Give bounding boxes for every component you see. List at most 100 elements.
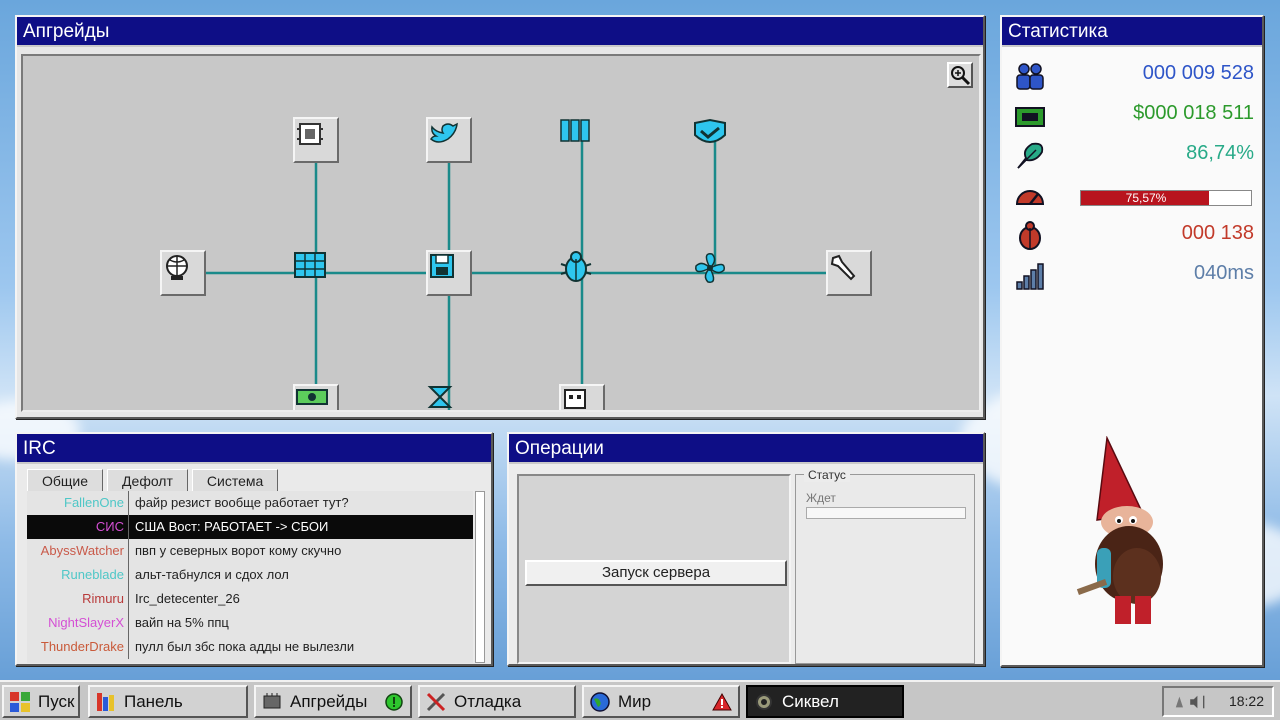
chip-icon [297, 123, 323, 145]
upgrade-node-bird[interactable] [426, 117, 472, 163]
stat-bugs: 000 138 [1012, 216, 1256, 256]
taskbar-world[interactable]: Мир [582, 685, 740, 718]
zoom-button[interactable] [947, 62, 973, 88]
upgrade-node-tool[interactable] [826, 250, 872, 296]
operations-window: Операции Запуск сервера Статус Ждет [507, 432, 985, 666]
gnome-mascot [1076, 436, 1163, 624]
chat-text: пулл был збс пока адды не вылезли [135, 639, 355, 654]
money-value: $000 018 511 [1133, 102, 1254, 124]
upgrade-node-bug[interactable] [559, 250, 605, 296]
chat-text: файр резист вообще работает тут? [135, 495, 349, 510]
upgrade-node-fan[interactable] [692, 250, 738, 296]
stat-rate: 86,74% [1012, 136, 1256, 176]
bug-icon [560, 251, 592, 282]
upgrade-tree [21, 54, 981, 412]
start-label: Пуск [38, 692, 75, 711]
chat-nick: Rimuru [27, 587, 129, 611]
handshake-icon [694, 118, 726, 143]
chat-message: Rimuru Irc_detecenter_26 [27, 587, 473, 611]
panel-icon [97, 693, 114, 711]
floppy-disk-icon [430, 254, 454, 278]
tab-system[interactable]: Система [191, 469, 279, 491]
start-logo-icon [10, 692, 30, 712]
bugs-value: 000 138 [1181, 222, 1254, 244]
start-button[interactable]: Пуск [2, 685, 80, 718]
chat-message: FallenOne файр резист вообще работает тут… [27, 491, 473, 515]
upgrade-node-chip[interactable] [293, 117, 339, 163]
chat-nick: NightSlayerX [27, 611, 129, 635]
stat-users: 000 009 528 [1012, 56, 1256, 96]
chip-icon [263, 693, 281, 709]
globe-icon [166, 255, 188, 280]
chat-message: Runeblade альт-табнулся и сдох лол [27, 563, 473, 587]
chat-text: вайп на 5% ппц [135, 615, 229, 630]
irc-window: IRC Общие Дефолт Система FallenOne файр р… [15, 432, 493, 666]
taskbar-panel[interactable]: Панель [88, 685, 248, 718]
upgrade-node-money[interactable] [293, 384, 339, 410]
taskbar-sequel[interactable]: Сиквел [746, 685, 904, 718]
signal-icon [1016, 263, 1044, 290]
warning-icon [712, 692, 732, 711]
upgrade-node-save[interactable] [426, 250, 472, 296]
upgrade-node-globe[interactable] [160, 250, 206, 296]
wrench-icon [830, 254, 856, 281]
chat-log: FallenOne файр резист вообще работает тут… [27, 491, 473, 663]
rate-value: 86,74% [1186, 142, 1254, 164]
globe-icon [590, 692, 610, 712]
chat-message: СИС США Вост: РАБОТАЕТ -> СБОИ [27, 515, 473, 539]
tray-icons [1175, 695, 1205, 709]
magnifier-icon [951, 66, 971, 86]
taskbar: Пуск Панель Апгрейды Отладка Мир Сиквел … [0, 680, 1280, 720]
upgrade-node-grid[interactable] [293, 250, 339, 296]
chat-scrollbar[interactable] [475, 491, 485, 663]
stat-money: $000 018 511 [1012, 96, 1256, 136]
chat-nick: Runeblade [27, 563, 129, 587]
upgrade-node-hourglass[interactable] [426, 384, 472, 410]
status-label: Статус [804, 468, 850, 482]
debug-label: Отладка [454, 692, 522, 711]
operations-title: Операции [509, 434, 983, 464]
bug-icon [1019, 221, 1041, 250]
clock: 18:22 [1228, 693, 1264, 709]
grid-icon [294, 252, 326, 278]
fan-icon [695, 253, 725, 283]
taskbar-upgrades[interactable]: Апгрейды [254, 685, 412, 718]
upgrade-node-servers[interactable] [559, 117, 605, 163]
money-icon [1015, 107, 1045, 127]
money-icon [296, 389, 328, 405]
load-label: 75,57% [1125, 191, 1167, 205]
stat-load: 75,57% [1012, 176, 1256, 216]
chat-nick: СИС [27, 515, 129, 539]
chat-text: альт-табнулся и сдох лол [135, 567, 289, 582]
status-progress-bar [806, 507, 966, 519]
chat-message: AbyssWatcher пвп у северных ворот кому ск… [27, 539, 473, 563]
stat-ping: 040ms [1012, 256, 1256, 296]
robot-icon [564, 389, 586, 409]
bird-icon [430, 122, 458, 143]
chat-text: пвп у северных ворот кому скучно [135, 543, 342, 558]
stats-title: Статистика [1002, 17, 1262, 47]
panel-label: Панель [124, 692, 183, 711]
upgrade-tree-links [183, 140, 849, 410]
notification-badge-icon [385, 693, 403, 711]
load-bar: 75,57% [1080, 190, 1252, 206]
chat-nick: FallenOne [27, 491, 129, 515]
launch-server-button[interactable]: Запуск сервера [525, 560, 787, 586]
tab-general[interactable]: Общие [27, 469, 104, 491]
upgrade-node-handshake[interactable] [692, 117, 738, 163]
server-rack-icon [560, 119, 590, 142]
upgrades-label: Апгрейды [290, 692, 368, 711]
speedometer-icon [1015, 190, 1045, 205]
chat-nick: ThunderDrake [27, 635, 129, 659]
chat-nick: AbyssWatcher [27, 539, 129, 563]
sequel-label: Сиквел [782, 692, 839, 711]
upgrade-node-robot[interactable] [559, 384, 605, 410]
hourglass-icon [427, 386, 453, 408]
tab-default[interactable]: Дефолт [107, 469, 188, 491]
chat-message: ThunderDrake пулл был збс пока адды не вы… [27, 635, 473, 659]
users-icon [1016, 63, 1044, 90]
taskbar-debug[interactable]: Отладка [418, 685, 576, 718]
upgrades-window: Апгрейды [15, 15, 985, 419]
world-label: Мир [618, 692, 652, 711]
feather-icon [1017, 142, 1044, 169]
